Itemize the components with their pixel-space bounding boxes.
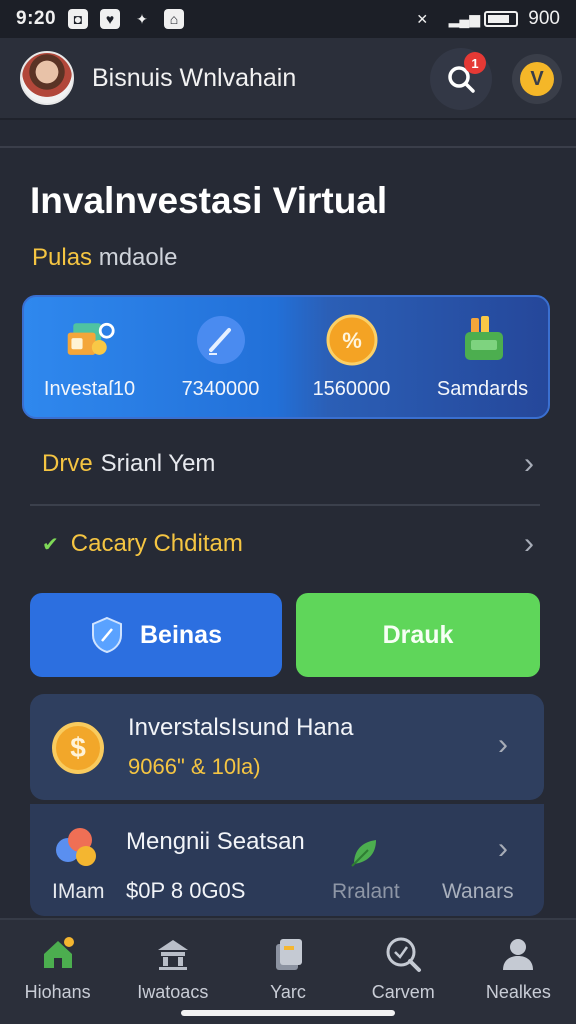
app-title: Bisnuis Wnlvahain [92,63,297,92]
card-title: Mengnii Seatsan [126,828,305,855]
primary-button[interactable]: Beinas [30,593,282,677]
primary-button-label: Beinas [140,620,222,649]
stat-investasi[interactable]: Investaſ10 [24,297,155,417]
card-value: $0P 8 0G0S [126,878,246,903]
cash-icon [457,314,509,366]
list-row-category[interactable]: ✔ Cacary Chditam › [30,514,546,574]
page-title: Invalnvestasi Virtual [30,180,388,221]
row-label: Cacary Chditam [70,530,243,557]
battery-level: 900 [528,8,560,29]
savings-card[interactable]: Mengnii Seatsan › IMam $0P 8 0G0S Rralan… [30,804,544,916]
avatar[interactable] [20,51,74,105]
chevron-right-icon: › [524,527,534,560]
row-label: Srianl Yem [100,450,216,477]
dollar-coin-icon: $ [52,722,104,774]
search-button[interactable]: 1 [430,48,492,110]
chevron-right-icon: › [498,728,508,761]
check-icon: ✔ [42,533,59,556]
notification-badge: 1 [464,52,486,74]
signal-icon: ▂▄▆ [448,10,481,27]
nav-label: Nealkes [485,982,551,1002]
message-icon: ◘ [68,9,89,29]
page-subtitle: Pulas mdaole [32,244,177,272]
battery-icon [484,11,519,27]
stat-value: Investaſ10 [43,377,136,400]
home-icon [43,937,74,968]
row-accent: Drve [42,450,93,477]
home-indicator[interactable] [181,1010,395,1016]
list-row-drive[interactable]: Drve Srianl Yem › [30,434,546,494]
leaf-icon [351,840,376,867]
card-value: 9066" & 10la) [128,754,261,779]
nav-label: Iwatoacs [137,982,209,1002]
nav-item-search[interactable]: Carvem [346,920,461,1024]
sparkle-icon: ✦ [136,10,148,27]
nav-label: Hiohans [24,982,91,1002]
stat-value: 7340000 [181,377,260,400]
stat-value: 1560000 [312,377,391,400]
wallet-icon [64,314,116,366]
shield-icon [92,616,122,654]
row-divider [30,504,540,506]
nav-item-cards[interactable]: Yarc [230,920,345,1024]
card-title: InverstalsIsund Hana [128,714,354,741]
profile-icon [503,939,534,970]
card-right-label: Wanars [442,880,514,903]
stat-second[interactable]: 7340000 [155,297,286,417]
cards-icon [276,939,302,970]
nav-item-home[interactable]: Hiohans [0,920,115,1024]
stats-card[interactable]: Investaſ10 7340000 % 1560000 Samdards [22,295,550,419]
chevron-right-icon: › [524,447,534,480]
wifi-off-icon: ✕ [416,10,429,27]
brand-button[interactable]: V [512,54,562,104]
pen-icon [195,314,247,366]
svg-text:%: % [342,328,362,353]
secondary-button-label: Drauk [382,620,454,649]
secondary-button[interactable]: Drauk [296,593,540,677]
status-time: 9:20 [16,8,57,29]
chevron-right-icon: › [498,832,508,865]
status-bar: 9:20 ◘ ♥ ✦ ⌂ ✕ ▂▄▆ 900 [0,0,576,38]
subtitle-accent: Pulas [32,244,93,271]
app-notify-icon: ⌂ [164,9,185,29]
header-divider [0,146,576,148]
nav-item-transactions[interactable]: Iwatoacs [115,920,230,1024]
bank-icon [157,940,188,970]
nav-label: Carvem [371,982,435,1002]
magnifier-icon [386,937,422,972]
card-left-label: IMam [52,880,105,903]
app-header: Bisnuis Wnlvahain 1 V [0,38,576,120]
shield-small-icon: ♥ [100,9,121,29]
investment-card[interactable]: $ InverstalsIsund Hana 9066" & 10la) › [30,694,544,800]
brand-logo-icon: V [520,62,554,96]
coin-icon: % [326,314,378,366]
stat-value: Samdards [436,377,529,400]
bottom-nav: Hiohans Iwatoacs Yarc Carvem Nealkes [0,918,576,1024]
nav-label: Yarc [270,982,306,1002]
coins-bag-icon [56,828,96,866]
card-mid-label: Rralant [332,880,400,903]
nav-item-profile[interactable]: Nealkes [461,920,576,1024]
stat-standards[interactable]: Samdards [417,297,548,417]
subtitle-text: mdaole [98,244,178,271]
stat-third[interactable]: % 1560000 [286,297,417,417]
